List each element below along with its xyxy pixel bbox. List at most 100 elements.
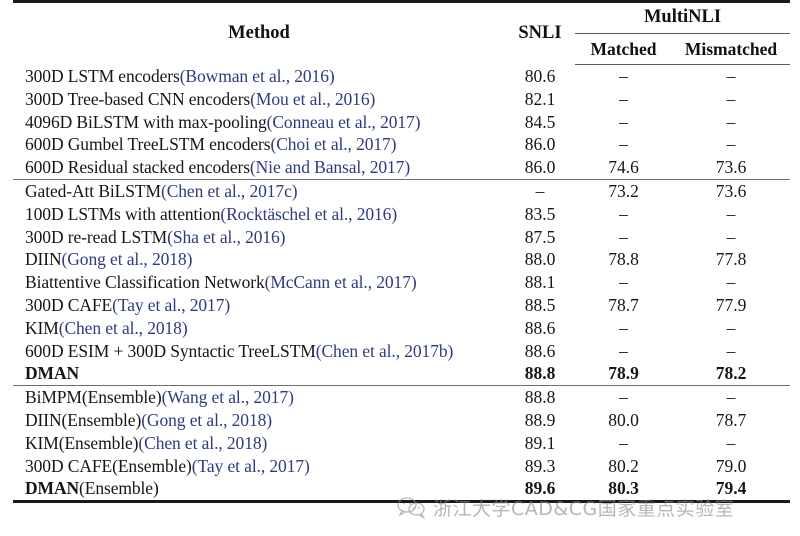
cell-mismatched: –	[726, 272, 736, 293]
cell-mismatched: –	[726, 226, 736, 247]
cell-mismatched: 79.0	[715, 455, 747, 476]
column-header-multinli: MultiNLI	[575, 3, 790, 34]
method-citation: (Rocktäschel et al., 2016)	[220, 203, 398, 224]
table-row: 300D CAFE(Ensemble)(Tay et al., 2017) 89.…	[13, 455, 790, 478]
cell-mismatched: 78.2	[715, 363, 747, 384]
cell-mismatched: 79.4	[715, 478, 747, 499]
table-row: 600D Residual stacked encoders(Nie and B…	[13, 156, 790, 179]
cell-matched: 78.9	[608, 363, 639, 384]
method-name: 300D CAFE	[25, 294, 113, 315]
cell-mismatched: –	[672, 385, 790, 409]
cell-matched: 74.6	[608, 157, 639, 178]
cell-method: Biattentive Classification Network(McCan…	[13, 271, 505, 294]
method-name: Biattentive Classification Network	[25, 272, 265, 293]
table-row: Gated-Att BiLSTM(Chen et al., 2017c) –73.…	[13, 178, 790, 203]
cell-method: 300D LSTM encoders(Bowman et al., 2016)	[13, 65, 505, 88]
cell-matched: 78.7	[608, 294, 639, 315]
column-header-mismatched: Mismatched	[672, 33, 790, 65]
cell-mismatched: –	[726, 134, 736, 155]
cell-matched: 73.2	[575, 178, 672, 203]
method-citation: (McCann et al., 2017)	[264, 272, 417, 293]
table-row: DIIN(Gong et al., 2018) 88.0 78.8 77.8	[13, 248, 790, 271]
table-row: DMAN(Ensemble) 89.6 80.3 79.4	[13, 477, 790, 500]
method-citation: (Gong et al., 2018)	[141, 409, 272, 430]
table-row: 300D re-read LSTM(Sha et al., 2016) 87.5 –…	[13, 226, 790, 249]
table-header: Method SNLI MultiNLI Matched Mismatched	[13, 3, 790, 65]
cell-method: 300D Tree-based CNN encoders(Mou et al.,…	[13, 88, 505, 111]
cell-matched: –	[619, 134, 628, 155]
cell-mismatched: 77.8	[715, 249, 747, 270]
method-citation: (Chen et al., 2017c)	[160, 180, 298, 201]
method-citation: (Conneau et al., 2017)	[266, 111, 421, 132]
method-citation: (Chen et al., 2018)	[58, 317, 188, 338]
cell-snli: 88.8	[505, 385, 575, 409]
method-name: 4096D BiLSTM with max-pooling	[25, 111, 267, 132]
cell-snli: 89.6	[524, 478, 556, 499]
cell-snli: 89.1	[524, 432, 556, 453]
table-row: 600D ESIM + 300D Syntactic TreeLSTM(Chen…	[13, 340, 790, 363]
method-name-bold: DMAN	[25, 478, 80, 499]
method-citation: (Bowman et al., 2016)	[179, 65, 335, 86]
method-citation: (Chen et al., 2018)	[138, 432, 268, 453]
cell-matched: –	[619, 88, 628, 109]
table-row: 600D Gumbel TreeLSTM encoders(Choi et al…	[13, 133, 790, 156]
cell-snli: 82.1	[524, 88, 556, 109]
cell-method: KIM(Chen et al., 2018)	[13, 317, 505, 340]
cell-snli: 88.1	[524, 272, 556, 293]
cell-mismatched: –	[726, 66, 736, 86]
cell-snli: 89.3	[524, 455, 556, 476]
cell-matched: –	[619, 340, 628, 361]
method-name: KIM	[25, 317, 59, 338]
table-body: 300D LSTM encoders(Bowman et al., 2016) 8…	[13, 65, 790, 501]
cell-method: 300D CAFE(Ensemble)(Tay et al., 2017)	[13, 455, 505, 478]
cell-matched: –	[619, 432, 628, 453]
column-header-matched: Matched	[575, 33, 672, 65]
method-name: DIIN(Ensemble)	[25, 409, 142, 430]
cell-matched: –	[619, 272, 628, 293]
table-row: 300D Tree-based CNN encoders(Mou et al.,…	[13, 88, 790, 111]
method-name: 300D Tree-based CNN encoders	[25, 88, 251, 109]
method-name: 600D Residual stacked encoders	[25, 157, 250, 178]
cell-snli: 87.5	[524, 226, 556, 247]
cell-matched: 80.3	[608, 478, 639, 499]
cell-method: DIIN(Ensemble)(Gong et al., 2018)	[13, 409, 505, 432]
method-name: DMAN	[25, 363, 80, 384]
cell-method: DMAN	[13, 362, 505, 385]
cell-method: BiMPM(Ensemble)(Wang et al., 2017)	[13, 385, 505, 409]
cell-mismatched: –	[726, 203, 736, 224]
cell-method: DMAN(Ensemble)	[13, 477, 505, 500]
cell-matched: –	[619, 66, 628, 86]
cell-matched: 78.8	[608, 249, 639, 270]
cell-method: Gated-Att BiLSTM(Chen et al., 2017c)	[13, 178, 505, 203]
cell-method: 600D ESIM + 300D Syntactic TreeLSTM(Chen…	[13, 340, 505, 363]
cell-mismatched: 78.7	[715, 409, 747, 430]
method-name: Gated-Att BiLSTM	[25, 180, 161, 201]
cell-snli: 88.5	[524, 294, 556, 315]
cell-snli: 88.0	[524, 249, 556, 270]
table-row: DMAN 88.8 78.9 78.2	[13, 362, 790, 385]
cell-method: 300D re-read LSTM(Sha et al., 2016)	[13, 226, 505, 249]
cell-mismatched: –	[726, 111, 736, 132]
method-name: 100D LSTMs with attention	[25, 203, 221, 224]
cell-mismatched: –	[726, 88, 736, 109]
cell-matched: 80.2	[608, 455, 639, 476]
cell-method: 4096D BiLSTM with max-pooling(Conneau et…	[13, 111, 505, 134]
cell-snli: 83.5	[524, 203, 556, 224]
method-citation: (Chen et al., 2017b)	[315, 340, 454, 361]
cell-snli: 88.8	[524, 363, 556, 384]
table-row: 300D CAFE(Tay et al., 2017) 88.5 78.7 77.9	[13, 294, 790, 317]
method-citation: (Nie and Bansal, 2017)	[249, 157, 411, 178]
method-name: 300D LSTM encoders	[25, 65, 180, 86]
method-citation: (Mou et al., 2016)	[250, 88, 376, 109]
cell-matched: 80.0	[608, 409, 639, 430]
method-citation: (Wang et al., 2017)	[161, 387, 294, 408]
cell-method: 600D Residual stacked encoders(Nie and B…	[13, 156, 505, 179]
table-row: 100D LSTMs with attention(Rocktäschel et…	[13, 203, 790, 226]
cell-mismatched: –	[726, 317, 736, 338]
method-name: 600D Gumbel TreeLSTM encoders	[25, 134, 271, 155]
cell-snli: 88.9	[524, 409, 556, 430]
method-name: BiMPM(Ensemble)	[25, 387, 162, 408]
cell-method: 600D Gumbel TreeLSTM encoders(Choi et al…	[13, 133, 505, 156]
cell-method: 100D LSTMs with attention(Rocktäschel et…	[13, 203, 505, 226]
cell-snli: 86.0	[524, 157, 556, 178]
